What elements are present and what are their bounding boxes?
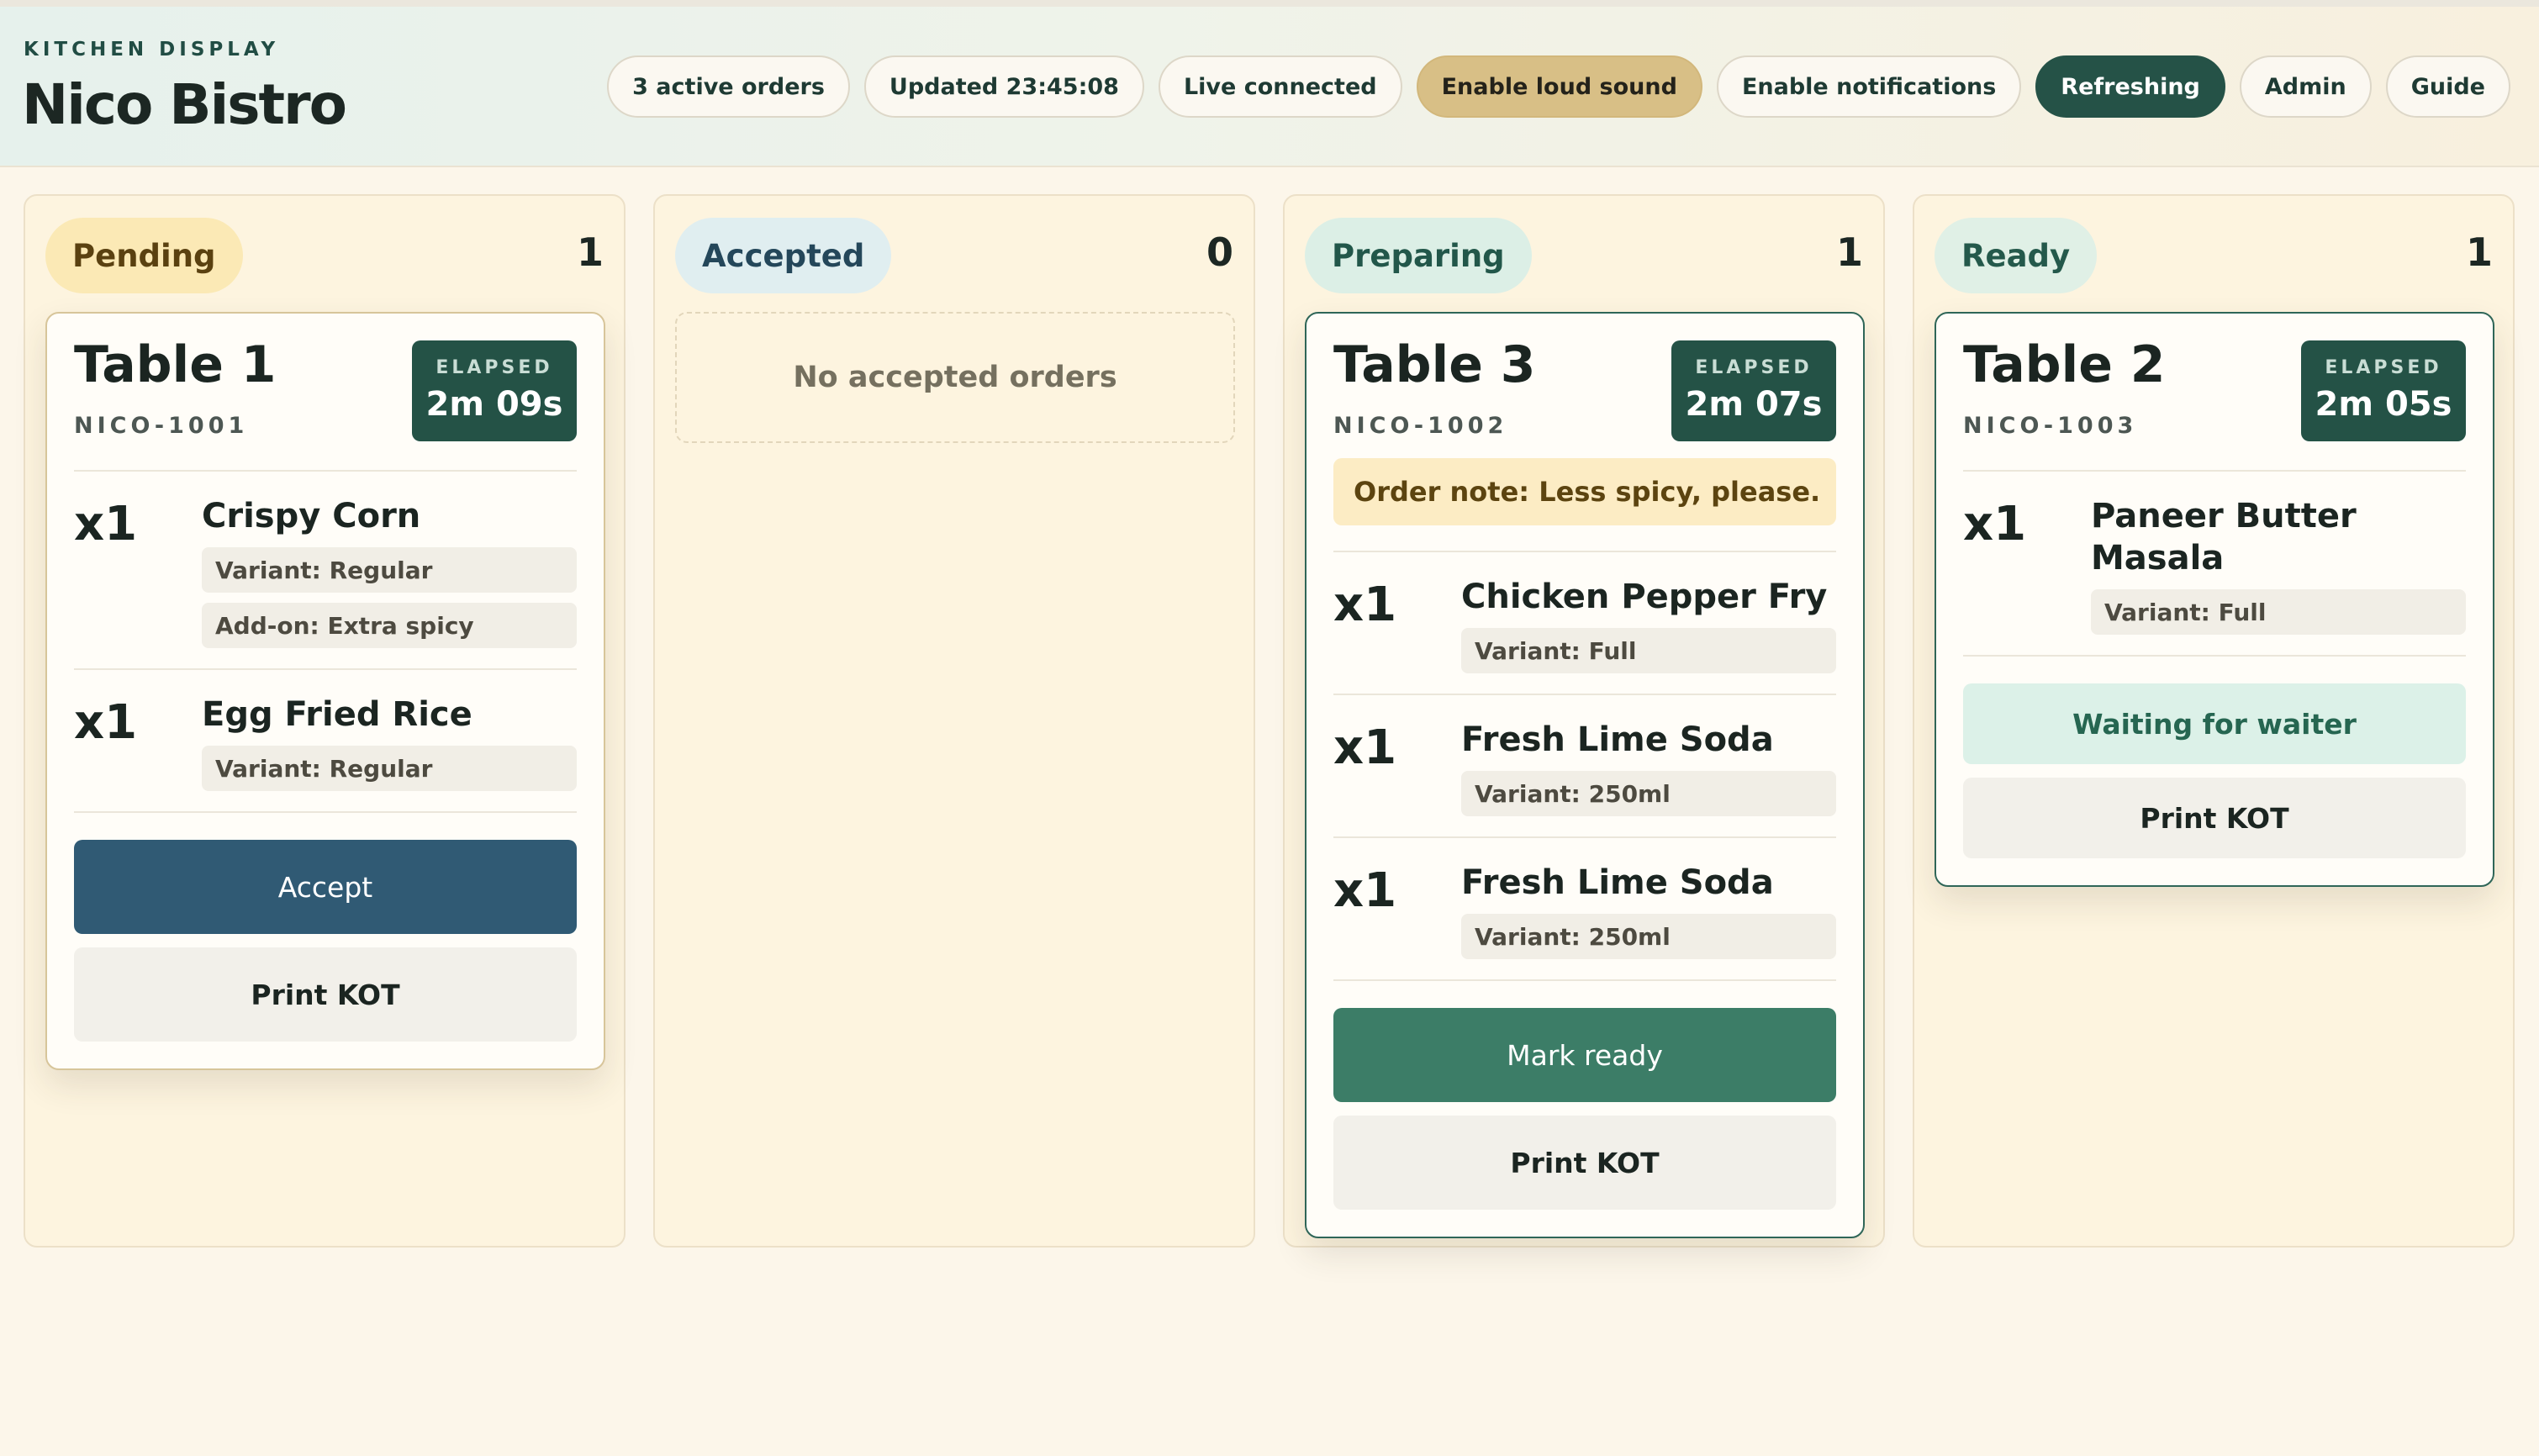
header-chips: 3 active orders Updated 23:45:08 Live co… [607, 55, 2510, 118]
waiting-for-waiter-status: Waiting for waiter [1963, 683, 2466, 764]
order-actions: Accept Print KOT [74, 813, 577, 1068]
elapsed-badge: ELAPSED 2m 09s [412, 340, 577, 441]
order-code: NICO-1003 [1963, 413, 2138, 439]
refreshing-button[interactable]: Refreshing [2035, 55, 2225, 118]
order-item: x1 Paneer Butter Masala Variant: Full [1963, 472, 2466, 657]
item-quantity: x1 [74, 497, 138, 551]
item-quantity: x1 [1333, 578, 1397, 632]
item-quantity: x1 [1333, 863, 1397, 918]
live-status-chip: Live connected [1158, 55, 1402, 118]
elapsed-label: ELAPSED [1695, 357, 1813, 378]
item-variant-tag: Variant: 250ml [1461, 771, 1836, 816]
order-card-table-2: Table 2 NICO-1003 ELAPSED 2m 05s x1 Pane… [1935, 312, 2494, 887]
item-addon-tag: Add-on: Extra spicy [202, 603, 577, 648]
column-count-ready: 1 [2465, 229, 2493, 275]
order-item: x1 Chicken Pepper Fry Variant: Full [1333, 552, 1836, 695]
accept-button[interactable]: Accept [74, 840, 577, 934]
item-name: Paneer Butter Masala [2091, 497, 2357, 578]
column-accepted: Accepted 0 No accepted orders [653, 194, 1255, 1248]
column-label-preparing: Preparing [1305, 218, 1532, 293]
order-note-section: Order note: Less spicy, please. [1333, 458, 1836, 552]
order-board: Pending 1 Table 1 NICO-1001 ELAPSED 2m 0… [24, 194, 2515, 1248]
print-kot-button[interactable]: Print KOT [1333, 1116, 1836, 1210]
elapsed-label: ELAPSED [435, 357, 553, 378]
item-name: Chicken Pepper Fry [1461, 578, 1828, 616]
order-actions: Waiting for waiter Print KOT [1963, 657, 2466, 885]
restaurant-name: Nico Bistro [22, 72, 347, 137]
order-item: x1 Fresh Lime Soda Variant: 250ml [1333, 695, 1836, 838]
item-quantity: x1 [74, 695, 138, 750]
table-name: Table 3 [1333, 335, 1536, 394]
item-name: Fresh Lime Soda [1461, 720, 1774, 759]
item-variant-tag: Variant: 250ml [1461, 914, 1836, 959]
elapsed-time: 2m 05s [2315, 385, 2452, 424]
app-header: KITCHEN DISPLAY Nico Bistro 3 active ord… [0, 7, 2539, 167]
elapsed-time: 2m 07s [1685, 385, 1823, 424]
guide-link[interactable]: Guide [2385, 55, 2510, 118]
column-header: Pending 1 [45, 218, 604, 293]
enable-notifications-button[interactable]: Enable notifications [1716, 55, 2022, 118]
order-note: Order note: Less spicy, please. [1333, 458, 1836, 525]
print-kot-button[interactable]: Print KOT [74, 947, 577, 1042]
order-card-header: Table 2 NICO-1003 ELAPSED 2m 05s [1963, 314, 2466, 472]
admin-link[interactable]: Admin [2239, 55, 2372, 118]
order-code: NICO-1001 [74, 413, 249, 439]
order-card-header: Table 1 NICO-1001 ELAPSED 2m 09s [74, 314, 577, 472]
column-pending: Pending 1 Table 1 NICO-1001 ELAPSED 2m 0… [24, 194, 626, 1248]
elapsed-badge: ELAPSED 2m 05s [2301, 340, 2466, 441]
order-actions: Mark ready Print KOT [1333, 981, 1836, 1237]
item-name: Egg Fried Rice [202, 695, 472, 734]
table-name: Table 1 [74, 335, 277, 394]
order-card-header: Table 3 NICO-1002 ELAPSED 2m 07s [1333, 314, 1836, 458]
item-quantity: x1 [1963, 497, 2027, 551]
print-kot-button[interactable]: Print KOT [1963, 778, 2466, 858]
column-label-accepted: Accepted [675, 218, 892, 293]
column-count-pending: 1 [576, 229, 604, 275]
order-code: NICO-1002 [1333, 413, 1508, 439]
column-count-preparing: 1 [1835, 229, 1863, 275]
order-card-table-1: Table 1 NICO-1001 ELAPSED 2m 09s x1 Cris… [45, 312, 605, 1070]
updated-time-chip: Updated 23:45:08 [863, 55, 1144, 118]
column-label-ready: Ready [1935, 218, 2098, 293]
column-header: Ready 1 [1935, 218, 2493, 293]
order-item: x1 Crispy Corn Variant: Regular Add-on: … [74, 472, 577, 670]
item-name: Crispy Corn [202, 497, 421, 535]
column-ready: Ready 1 Table 2 NICO-1003 ELAPSED 2m 05s… [1913, 194, 2515, 1248]
table-name: Table 2 [1963, 335, 2166, 394]
item-name: Fresh Lime Soda [1461, 863, 1774, 902]
item-variant-tag: Variant: Full [2091, 589, 2466, 635]
item-variant-tag: Variant: Regular [202, 547, 577, 593]
active-orders-chip: 3 active orders [607, 55, 850, 118]
order-card-table-3: Table 3 NICO-1002 ELAPSED 2m 07s Order n… [1305, 312, 1865, 1238]
column-header: Accepted 0 [675, 218, 1233, 293]
column-header: Preparing 1 [1305, 218, 1863, 293]
item-quantity: x1 [1333, 720, 1397, 775]
mark-ready-button[interactable]: Mark ready [1333, 1008, 1836, 1102]
elapsed-time: 2m 09s [425, 385, 563, 424]
item-variant-tag: Variant: Full [1461, 628, 1836, 673]
empty-state: No accepted orders [675, 312, 1235, 443]
column-count-accepted: 0 [1206, 229, 1233, 275]
column-label-pending: Pending [45, 218, 243, 293]
brand-kicker: KITCHEN DISPLAY [24, 39, 280, 61]
enable-loud-sound-button[interactable]: Enable loud sound [1416, 55, 1702, 118]
elapsed-label: ELAPSED [2325, 357, 2442, 378]
elapsed-badge: ELAPSED 2m 07s [1671, 340, 1836, 441]
item-variant-tag: Variant: Regular [202, 746, 577, 791]
order-item: x1 Egg Fried Rice Variant: Regular [74, 670, 577, 813]
order-item: x1 Fresh Lime Soda Variant: 250ml [1333, 838, 1836, 981]
top-border [0, 0, 2539, 7]
column-preparing: Preparing 1 Table 3 NICO-1002 ELAPSED 2m… [1283, 194, 1885, 1248]
